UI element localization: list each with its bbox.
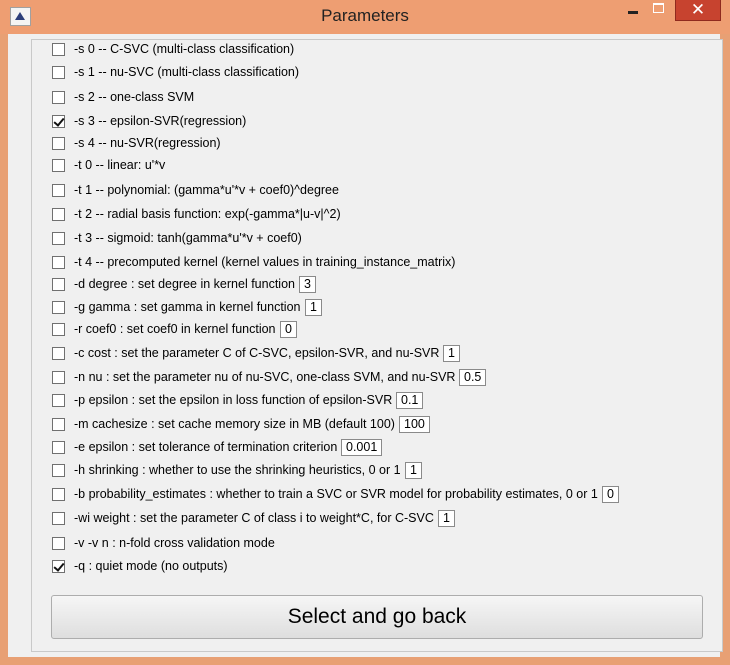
option-value-field[interactable]: 0.1 (396, 392, 424, 409)
title-bar: Parameters ✕ (0, 0, 730, 34)
option-checkbox[interactable] (52, 323, 65, 336)
option-label: -b probability_estimates : whether to tr… (74, 487, 598, 501)
option-label: -t 1 -- polynomial: (gamma*u'*v + coef0)… (74, 183, 339, 197)
option-value-field[interactable]: 1 (438, 510, 455, 527)
option-label: -wi weight : set the parameter C of clas… (74, 511, 434, 525)
option-value-field[interactable]: 1 (443, 345, 460, 362)
maximize-button[interactable] (646, 0, 672, 21)
option-label: -e epsilon : set tolerance of terminatio… (74, 440, 338, 454)
minimize-button[interactable] (620, 0, 646, 21)
option-value-field[interactable]: 0 (280, 321, 297, 338)
option-value-field[interactable]: 0.001 (341, 439, 383, 456)
option-value-field[interactable]: 3 (299, 276, 316, 293)
option-checkbox[interactable] (52, 137, 65, 150)
option-label: -q : quiet mode (no outputs) (74, 559, 228, 573)
option-checkbox[interactable] (52, 441, 65, 454)
option-label: -s 4 -- nu-SVR(regression) (74, 136, 221, 150)
option-checkbox[interactable] (52, 159, 65, 172)
option-checkbox[interactable] (52, 43, 65, 56)
option-checkbox[interactable] (52, 232, 65, 245)
option-value-field[interactable]: 100 (399, 416, 430, 433)
option-label: -h shrinking : whether to use the shrink… (74, 463, 401, 477)
option-label: -s 3 -- epsilon-SVR(regression) (74, 114, 247, 128)
minimize-icon (628, 11, 638, 14)
option-label: -t 3 -- sigmoid: tanh(gamma*u'*v + coef0… (74, 231, 302, 245)
option-checkbox[interactable] (52, 488, 65, 501)
client-area: -s 0 -- C-SVC (multi-class classificatio… (8, 34, 723, 657)
option-checkbox[interactable] (52, 418, 65, 431)
parameters-window: Parameters ✕ -s 0 -- C-SVC (multi-class … (0, 0, 730, 665)
option-label: -v -v n : n-fold cross validation mode (74, 536, 275, 550)
option-label: -t 2 -- radial basis function: exp(-gamm… (74, 207, 341, 221)
option-checkbox[interactable] (52, 394, 65, 407)
option-value-field[interactable]: 0 (602, 486, 619, 503)
option-label: -m cachesize : set cache memory size in … (74, 417, 395, 431)
option-checkbox[interactable] (52, 208, 65, 221)
select-and-go-back-button[interactable]: Select and go back (51, 595, 703, 639)
checkmark-icon (53, 560, 65, 572)
option-checkbox[interactable] (52, 537, 65, 550)
close-icon: ✕ (690, 0, 706, 19)
option-label: -t 0 -- linear: u'*v (74, 158, 166, 172)
option-checkbox[interactable] (52, 91, 65, 104)
option-label: -t 4 -- precomputed kernel (kernel value… (74, 255, 456, 269)
option-checkbox[interactable] (52, 256, 65, 269)
option-checkbox[interactable] (52, 278, 65, 291)
option-value-field[interactable]: 0.5 (459, 369, 487, 386)
option-label: -s 2 -- one-class SVM (74, 90, 195, 104)
option-checkbox[interactable] (52, 464, 65, 477)
option-label: -s 0 -- C-SVC (multi-class classificatio… (74, 42, 295, 56)
option-value-field[interactable]: 1 (305, 299, 322, 316)
option-value-field[interactable]: 1 (405, 462, 422, 479)
checkmark-icon (53, 115, 65, 127)
option-label: -d degree : set degree in kernel functio… (74, 277, 295, 291)
option-checkbox[interactable] (52, 115, 65, 128)
option-label: -r coef0 : set coef0 in kernel function (74, 322, 276, 336)
option-checkbox[interactable] (52, 347, 65, 360)
option-label: -g gamma : set gamma in kernel function (74, 300, 301, 314)
option-label: -s 1 -- nu-SVC (multi-class classificati… (74, 65, 300, 79)
option-label: -c cost : set the parameter C of C-SVC, … (74, 346, 440, 360)
option-label: -n nu : set the parameter nu of nu-SVC, … (74, 370, 456, 384)
option-checkbox[interactable] (52, 66, 65, 79)
option-label: -p epsilon : set the epsilon in loss fun… (74, 393, 393, 407)
maximize-icon (653, 3, 664, 13)
option-checkbox[interactable] (52, 512, 65, 525)
option-checkbox[interactable] (52, 301, 65, 314)
option-checkbox[interactable] (52, 371, 65, 384)
close-button[interactable]: ✕ (675, 0, 721, 21)
option-checkbox[interactable] (52, 184, 65, 197)
option-checkbox[interactable] (52, 560, 65, 573)
